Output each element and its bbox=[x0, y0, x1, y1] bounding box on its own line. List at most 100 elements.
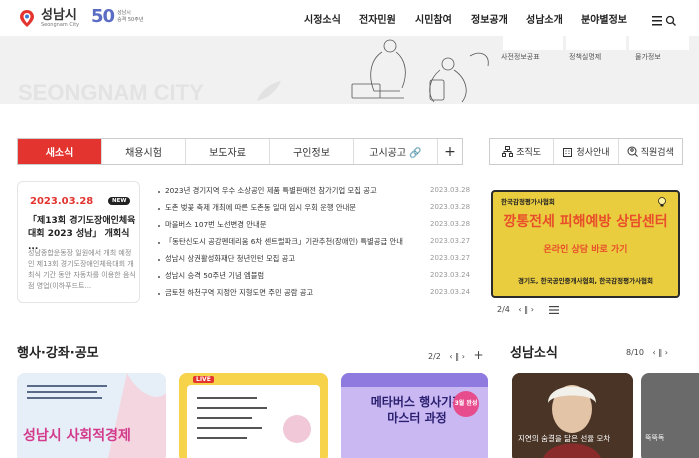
nav-item-disclosure[interactable]: 정보공개 bbox=[471, 11, 508, 26]
city-news-controls[interactable]: ‹ ‖ › bbox=[653, 348, 668, 357]
city-news-card-1-caption: 지연의 숨결을 닮은 선율 모차 bbox=[518, 434, 611, 443]
news-date: 2023.03.28 bbox=[430, 186, 471, 194]
news-title: 도촌 벚꽃 축제 개최에 따른 도촌동 일대 임시 우회 운행 안내문 bbox=[165, 203, 357, 212]
org-buttons: 조직도 청사안내 직원검색 bbox=[489, 138, 683, 165]
news-title: 금토천 하천구역 지정안 지형도면 주민 공람 공고 bbox=[165, 288, 314, 297]
event-card-2-caption: LIVE bbox=[193, 376, 214, 383]
building-guide-button[interactable]: 청사안내 bbox=[554, 139, 619, 164]
org-chart-button[interactable]: 조직도 bbox=[490, 139, 555, 164]
event-card-1-caption: 성남시 사회적경제 bbox=[23, 428, 131, 444]
list-item[interactable]: 성남시 상권활성화재단 청년인턴 모집 공고 2023.03.27 bbox=[158, 254, 470, 266]
bullet-icon bbox=[158, 293, 160, 295]
anniversary-emblem: 50 성남시 승격 50주년 bbox=[91, 6, 143, 27]
events-pager: 2/2 ‹ ‖ › + bbox=[428, 348, 484, 362]
featured-body: 성남종합운동장 일원에서 개최 예정인 제13회 경기도장애인체육대회 개최식 … bbox=[28, 249, 136, 290]
news-date: 2023.03.28 bbox=[430, 203, 471, 211]
building-guide-label: 청사안내 bbox=[576, 148, 610, 158]
logo-english: Seongnam City bbox=[41, 21, 80, 28]
news-title: 마을버스 107번 노선변경 안내문 bbox=[165, 220, 267, 229]
bullet-icon bbox=[158, 191, 160, 193]
bullet-icon bbox=[158, 225, 160, 227]
quick-tile-3[interactable] bbox=[629, 36, 689, 50]
quick-link-price-info[interactable]: 물가정보 bbox=[635, 52, 661, 62]
list-item[interactable]: 마을버스 107번 노선변경 안내문 2023.03.28 bbox=[158, 220, 471, 232]
nav-item-e-civil[interactable]: 전자민원 bbox=[359, 11, 396, 26]
staff-search-label: 직원검색 bbox=[640, 148, 674, 158]
search-person-icon bbox=[627, 146, 638, 157]
tab-jobs[interactable]: 구인정보 bbox=[270, 139, 354, 164]
event-card-1[interactable]: 성남시 사회적경제 bbox=[17, 373, 166, 458]
tab-press[interactable]: 보도자료 bbox=[186, 139, 270, 164]
city-news-card-1[interactable]: 지연의 숨결을 닮은 선율 모차 bbox=[512, 373, 633, 458]
events-controls[interactable]: ‹ ‖ › bbox=[449, 352, 464, 361]
banner-org: 한국감정평가사협회 bbox=[501, 198, 555, 206]
nav-item-participation[interactable]: 시민참여 bbox=[415, 11, 452, 26]
news-title: 「동탄신도시 공강펜데리움 6차 센트럴파크」기관추천(장애인) 특별공급 안내 bbox=[165, 237, 403, 246]
staff-search-button[interactable]: 직원검색 bbox=[619, 139, 682, 164]
quick-tile-1[interactable] bbox=[503, 36, 563, 50]
events-more-button[interactable]: + bbox=[473, 348, 483, 362]
tab-notices[interactable]: 고시공고 🔗 bbox=[354, 139, 438, 164]
banner-headline: 깡통전세 피해예방 상담센터 bbox=[503, 214, 668, 230]
featured-news-card[interactable]: 2023.03.28 NEW 「제13회 경기도장애인체육대회 2023 성남」… bbox=[17, 181, 140, 303]
event-card-3[interactable]: 메타버스 행사기획 마스터 과정 3월 완성 bbox=[341, 373, 488, 458]
events-section-title: 행사·강좌·공모 bbox=[17, 346, 99, 361]
event-card-1-art-icon bbox=[17, 373, 166, 458]
banner-controls[interactable]: ‹ ‖ › bbox=[518, 305, 533, 314]
building-icon bbox=[563, 148, 573, 157]
nav-item-fields[interactable]: 분야별정보 bbox=[581, 11, 627, 26]
bullet-icon bbox=[158, 259, 160, 261]
list-item[interactable]: 도촌 벚꽃 축제 개최에 따른 도촌동 일대 임시 우회 운행 안내문 2023.… bbox=[158, 203, 471, 215]
list-item[interactable]: 2023년 경기지역 우수 소상공인 제품 특별판매전 참가기업 모집 공고 20… bbox=[158, 186, 471, 198]
event-card-3-caption: 메타버스 행사기획 마스터 과정 bbox=[370, 395, 464, 425]
tab-recruit[interactable]: 채용시험 bbox=[102, 139, 186, 164]
city-news-card-2-caption: 뚝뚝독 bbox=[645, 434, 665, 442]
org-chart-icon bbox=[502, 146, 514, 157]
news-date: 2023.03.24 bbox=[430, 288, 471, 296]
promo-banner[interactable]: 한국감정평가사협회 깡통전세 피해예방 상담센터 온라인 상담 바로 가기 경기… bbox=[491, 190, 680, 298]
city-news-page-count: 8/10 bbox=[626, 348, 644, 357]
list-item[interactable]: 「동탄신도시 공강펜데리움 6차 센트럴파크」기관추천(장애인) 특별공급 안내… bbox=[158, 237, 471, 249]
events-page-count: 2/2 bbox=[428, 352, 441, 361]
illustration-people-icon bbox=[351, 39, 489, 103]
news-tabs: 새소식 채용시험 보도자료 구인정보 고시공고 🔗 + bbox=[17, 138, 463, 165]
bullet-icon bbox=[158, 242, 160, 244]
anniversary-line2: 승격 50주년 bbox=[117, 16, 144, 23]
quick-tile-2[interactable] bbox=[566, 36, 626, 50]
city-news-pager: 8/10 ‹ ‖ › bbox=[626, 348, 668, 357]
header: 성남시 Seongnam City 50 성남시 승격 50주년 시정소식 전자… bbox=[0, 0, 699, 36]
page: 성남시 Seongnam City 50 성남시 승격 50주년 시정소식 전자… bbox=[0, 0, 699, 458]
featured-date: 2023.03.28 bbox=[30, 196, 94, 207]
logo-korean: 성남시 bbox=[41, 7, 77, 23]
list-item[interactable]: 성남시 승격 50주년 기념 엠블럼 2023.03.24 bbox=[158, 271, 470, 283]
city-news-card-2[interactable]: 뚝뚝독 bbox=[641, 373, 699, 458]
bullet-icon bbox=[158, 276, 160, 278]
banner-subline: 온라인 상담 바로 가기 bbox=[543, 245, 628, 255]
news-date: 2023.03.27 bbox=[430, 237, 471, 245]
news-title: 성남시 승격 50주년 기념 엠블럼 bbox=[165, 271, 265, 280]
city-logo-mark-icon bbox=[16, 7, 38, 29]
banner-list-icon[interactable] bbox=[549, 306, 559, 314]
nav-item-news[interactable]: 시정소식 bbox=[304, 11, 341, 26]
city-logo[interactable]: 성남시 Seongnam City bbox=[16, 7, 79, 29]
banner-pager: 2/4 ‹ ‖ › bbox=[497, 305, 534, 314]
city-news-card-1-art-icon bbox=[512, 373, 633, 458]
quick-link-policy-name[interactable]: 정책실명제 bbox=[569, 52, 601, 62]
event-card-3-badge: 3월 완성 bbox=[453, 391, 479, 417]
news-title: 2023년 경기지역 우수 소상공인 제품 특별판매전 참가기업 모집 공고 bbox=[165, 186, 377, 195]
logo-text: 성남시 Seongnam City bbox=[41, 9, 79, 28]
event-card-2-art-icon bbox=[179, 373, 328, 458]
city-news-section-title: 성남소식 bbox=[510, 346, 558, 361]
nav-item-about[interactable]: 성남소개 bbox=[526, 11, 563, 26]
hero-banner: SEONGNAM CITY 사전정보공표 정책실명제 물가정보 bbox=[0, 36, 699, 104]
event-card-2[interactable]: LIVE bbox=[179, 373, 328, 458]
tab-news[interactable]: 새소식 bbox=[18, 139, 102, 164]
news-date: 2023.03.28 bbox=[430, 220, 471, 228]
quick-link-prior-disclosure[interactable]: 사전정보공표 bbox=[501, 52, 540, 62]
leaf-icon bbox=[257, 81, 281, 101]
tabs-more-button[interactable]: + bbox=[438, 139, 462, 164]
bullet-icon bbox=[158, 208, 160, 210]
list-item[interactable]: 금토천 하천구역 지정안 지형도면 주민 공람 공고 2023.03.24 bbox=[158, 288, 471, 300]
menu-icon[interactable] bbox=[652, 12, 676, 26]
new-badge: NEW bbox=[108, 197, 131, 205]
